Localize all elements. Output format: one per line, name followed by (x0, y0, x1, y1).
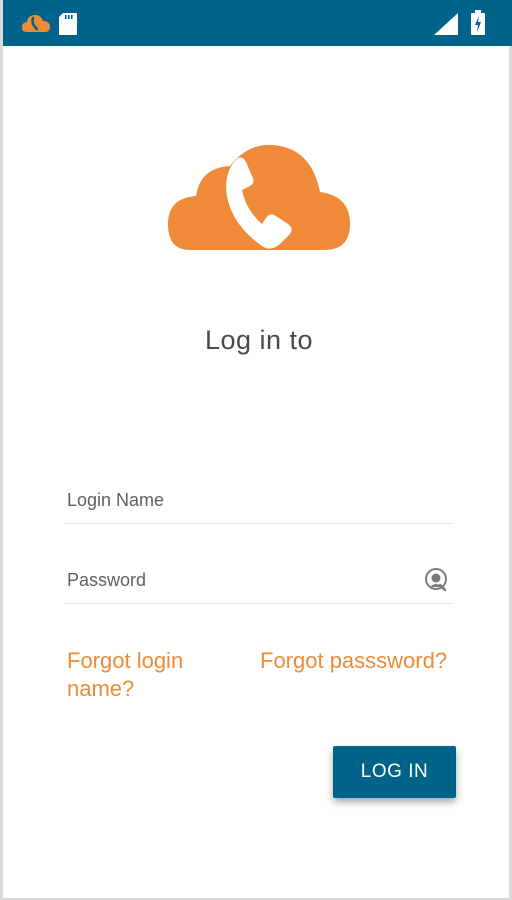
battery-charging-icon (471, 10, 485, 35)
status-bar (3, 0, 512, 46)
password-field[interactable] (65, 560, 453, 604)
log-in-button[interactable]: LOG IN (333, 746, 456, 798)
show-password-icon[interactable] (423, 566, 449, 592)
cloud-phone-notification-icon (21, 15, 50, 32)
app-screen: Log in to Forgot login name? Forgot pass… (0, 0, 512, 900)
forgot-login-name-link[interactable]: Forgot login name? (67, 647, 237, 703)
forgot-password-link[interactable]: Forgot passsword? (260, 647, 450, 675)
login-name-input[interactable] (65, 480, 453, 520)
page-title: Log in to (204, 325, 314, 355)
cloud-phone-logo (168, 144, 350, 250)
password-input[interactable] (65, 560, 453, 600)
sd-card-icon (59, 13, 77, 35)
signal-icon (434, 13, 458, 35)
login-name-field[interactable] (65, 480, 453, 524)
